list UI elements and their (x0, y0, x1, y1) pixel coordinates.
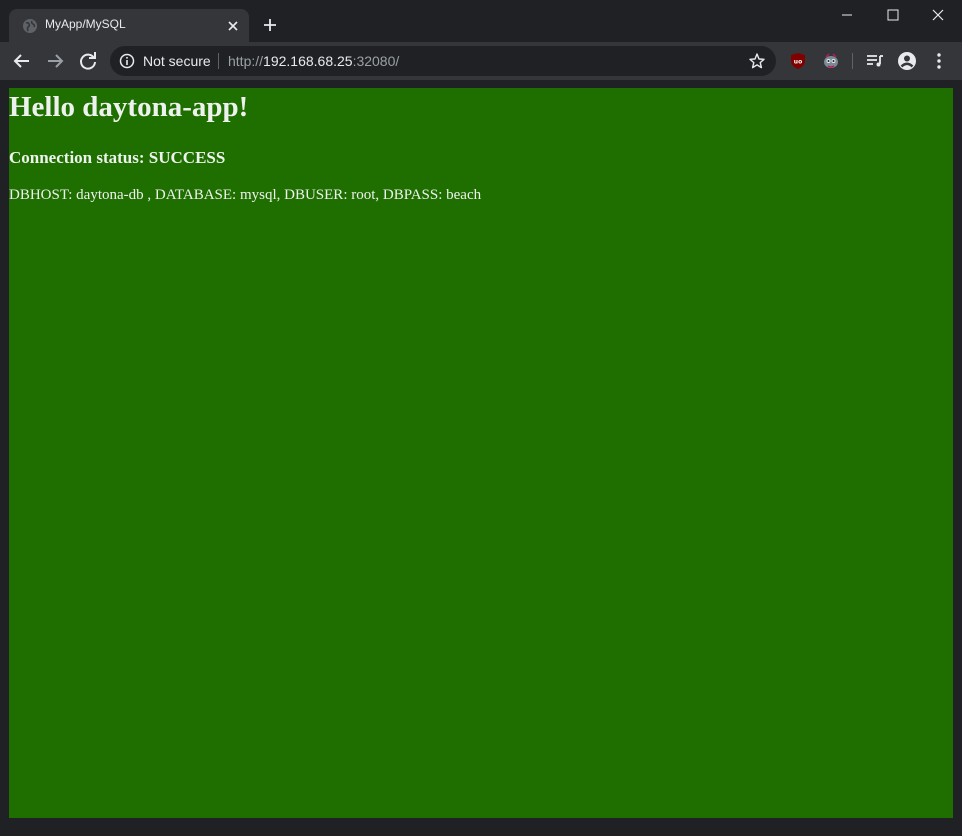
tab-strip: MyApp/MySQL (0, 0, 962, 42)
info-icon[interactable] (119, 53, 135, 69)
plus-icon[interactable] (260, 15, 280, 35)
close-icon[interactable] (916, 0, 962, 30)
url-host: 192.168.68.25 (263, 53, 353, 69)
tab-title: MyApp/MySQL (45, 17, 126, 31)
close-icon[interactable] (225, 18, 241, 34)
url-scheme: http:// (228, 53, 264, 69)
page-content: Hello daytona-app! Connection status: SU… (9, 88, 953, 818)
media-control-icon[interactable] (863, 49, 887, 73)
maximize-icon[interactable] (870, 0, 916, 30)
db-details: DBHOST: daytona-db , DATABASE: mysql, DB… (9, 187, 482, 203)
svg-text:uo: uo (794, 59, 802, 66)
page-heading: Hello daytona-app! (9, 91, 249, 123)
star-icon[interactable] (748, 52, 766, 70)
address-bar[interactable]: Not secure http://192.168.68.25:32080/ (110, 46, 776, 76)
security-label[interactable]: Not secure (143, 53, 211, 69)
toolbar: Not secure http://192.168.68.25:32080/ u… (0, 42, 962, 80)
minimize-icon[interactable] (824, 0, 870, 30)
extension-mascot-icon[interactable] (819, 49, 843, 73)
account-circle-icon[interactable] (895, 49, 919, 73)
reload-icon[interactable] (76, 49, 100, 73)
ublock-origin-icon[interactable]: uo (786, 49, 810, 73)
url-text[interactable]: http://192.168.68.25:32080/ (228, 53, 399, 69)
tab-myapp[interactable]: MyApp/MySQL (9, 9, 249, 42)
arrow-right-icon[interactable] (43, 49, 67, 73)
kebab-menu-icon[interactable] (927, 49, 951, 73)
url-rest: :32080/ (352, 53, 400, 69)
globe-icon (22, 18, 38, 34)
connection-status: Connection status: SUCCESS (9, 148, 226, 167)
divider (218, 53, 219, 69)
browser-window: MyApp/MySQL Not secure http://192.168.68… (0, 0, 962, 836)
arrow-left-icon[interactable] (10, 49, 34, 73)
divider (852, 53, 853, 69)
